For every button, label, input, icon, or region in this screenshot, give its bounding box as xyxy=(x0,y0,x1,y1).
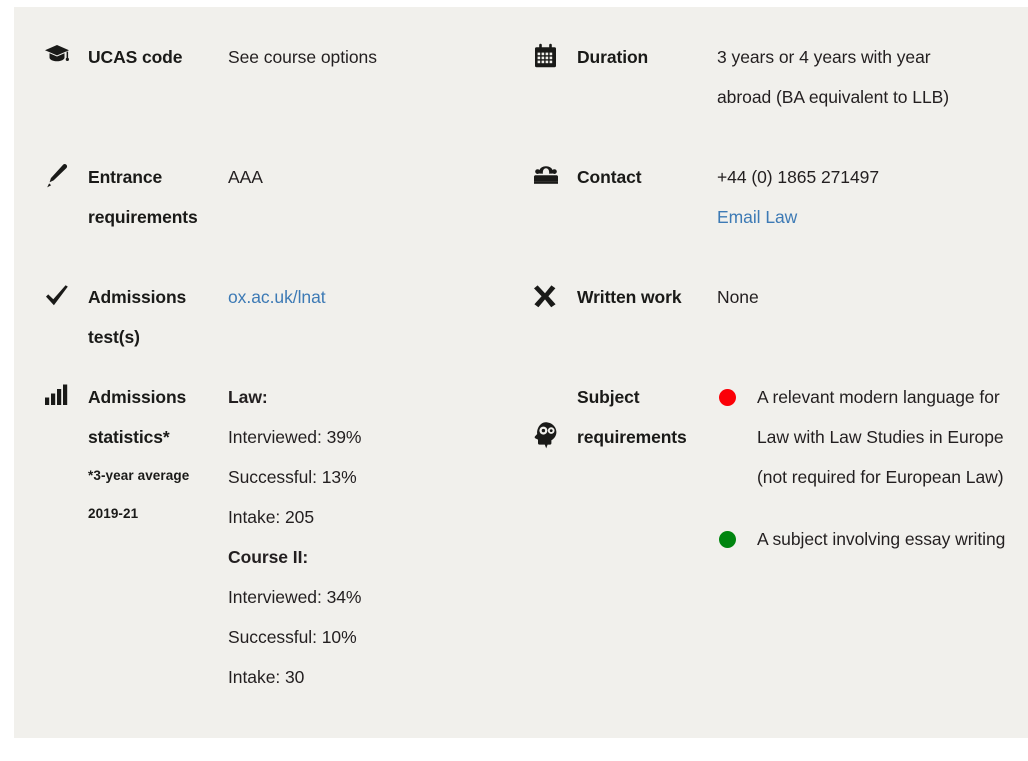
fact-label-duration: Duration xyxy=(577,47,649,67)
head-cog-icon xyxy=(533,377,577,449)
fact-value-contact: +44 (0) 1865 271497 Email Law xyxy=(717,157,1028,237)
fact-value-entrance-requirements: AAA xyxy=(228,167,263,187)
fact-row-entrance-requirements: Entrance requirements AAA xyxy=(44,157,521,277)
telephone-icon xyxy=(533,157,577,187)
fact-value-written-work: None xyxy=(717,287,759,307)
pencil-icon xyxy=(44,157,88,189)
stats-course-ii-successful: Successful: 10% xyxy=(228,627,357,647)
fact-row-admissions-test: Admissions test(s) ox.ac.uk/lnat xyxy=(44,277,521,377)
fact-row-written-work: Written work None xyxy=(533,277,1028,377)
fact-row-admissions-statistics: Admissions statistics* *3-year average 2… xyxy=(44,377,521,697)
fact-label-admissions-statistics: Admissions statistics* *3-year average 2… xyxy=(88,377,228,533)
course-key-facts-card: UCAS code See course options Entrance re… xyxy=(14,7,1028,738)
fact-label-entrance-requirements: Entrance requirements xyxy=(88,167,198,227)
fact-label-admissions-statistics-text: Admissions statistics* xyxy=(88,387,187,447)
facts-grid: UCAS code See course options Entrance re… xyxy=(14,37,1028,697)
check-icon xyxy=(44,277,88,309)
bar-chart-icon xyxy=(44,377,88,407)
lnat-link[interactable]: ox.ac.uk/lnat xyxy=(228,287,326,307)
fact-label-written-work: Written work xyxy=(577,287,682,307)
fact-value-ucas-code: See course options xyxy=(228,47,377,67)
stats-course-ii-interviewed: Interviewed: 34% xyxy=(228,587,362,607)
cross-icon xyxy=(533,277,577,309)
fact-value-admissions-statistics: Law: Interviewed: 39% Successful: 13% In… xyxy=(228,377,521,697)
fact-row-duration: Duration 3 years or 4 years with year ab… xyxy=(533,37,1028,157)
duration-line-2: abroad (BA equivalent to LLB) xyxy=(717,87,950,107)
facts-left-column: UCAS code See course options Entrance re… xyxy=(14,37,521,697)
admissions-statistics-note-line-2: 2019-21 xyxy=(88,506,139,521)
fact-row-contact: Contact +44 (0) 1865 271497 Email Law xyxy=(533,157,1028,277)
stats-law-successful: Successful: 13% xyxy=(228,467,357,487)
page-root: UCAS code See course options Entrance re… xyxy=(0,0,1028,761)
list-item: A subject involving essay writing xyxy=(717,519,1028,559)
facts-right-column: Duration 3 years or 4 years with year ab… xyxy=(521,37,1028,697)
subject-requirement-text-1: A relevant modern language for Law with … xyxy=(757,387,1004,487)
email-law-link[interactable]: Email Law xyxy=(717,197,1028,237)
fact-value-duration: 3 years or 4 years with year abroad (BA … xyxy=(717,37,1028,117)
stats-heading-law: Law: xyxy=(228,387,268,407)
fact-row-subject-requirements: Subject requirements A relevant modern l… xyxy=(533,377,1028,581)
stats-course-ii-intake: Intake: 30 xyxy=(228,667,305,687)
list-item: A relevant modern language for Law with … xyxy=(717,377,1028,497)
fact-label-ucas-code: UCAS code xyxy=(88,47,183,67)
fact-value-subject-requirements: A relevant modern language for Law with … xyxy=(717,377,1028,581)
fact-row-ucas-code: UCAS code See course options xyxy=(44,37,521,157)
fact-value-admissions-test: ox.ac.uk/lnat xyxy=(228,277,521,317)
subject-requirement-text-2: A subject involving essay writing xyxy=(757,529,1006,549)
subject-requirements-list: A relevant modern language for Law with … xyxy=(717,377,1028,559)
stats-law-interviewed: Interviewed: 39% xyxy=(228,427,362,447)
stats-heading-course-ii: Course II: xyxy=(228,547,309,567)
calendar-icon xyxy=(533,37,577,69)
duration-line-1: 3 years or 4 years with year xyxy=(717,47,931,67)
green-bullet-dot xyxy=(719,531,736,548)
admissions-statistics-note-line-1: *3-year average xyxy=(88,468,190,483)
stats-law-intake: Intake: 205 xyxy=(228,507,315,527)
fact-label-subject-requirements: Subject requirements xyxy=(577,387,687,447)
contact-phone-number: +44 (0) 1865 271497 xyxy=(717,167,880,187)
graduation-cap-icon xyxy=(44,37,88,67)
red-bullet-dot xyxy=(719,389,736,406)
fact-label-admissions-test: Admissions test(s) xyxy=(88,287,187,347)
fact-label-contact: Contact xyxy=(577,167,642,187)
